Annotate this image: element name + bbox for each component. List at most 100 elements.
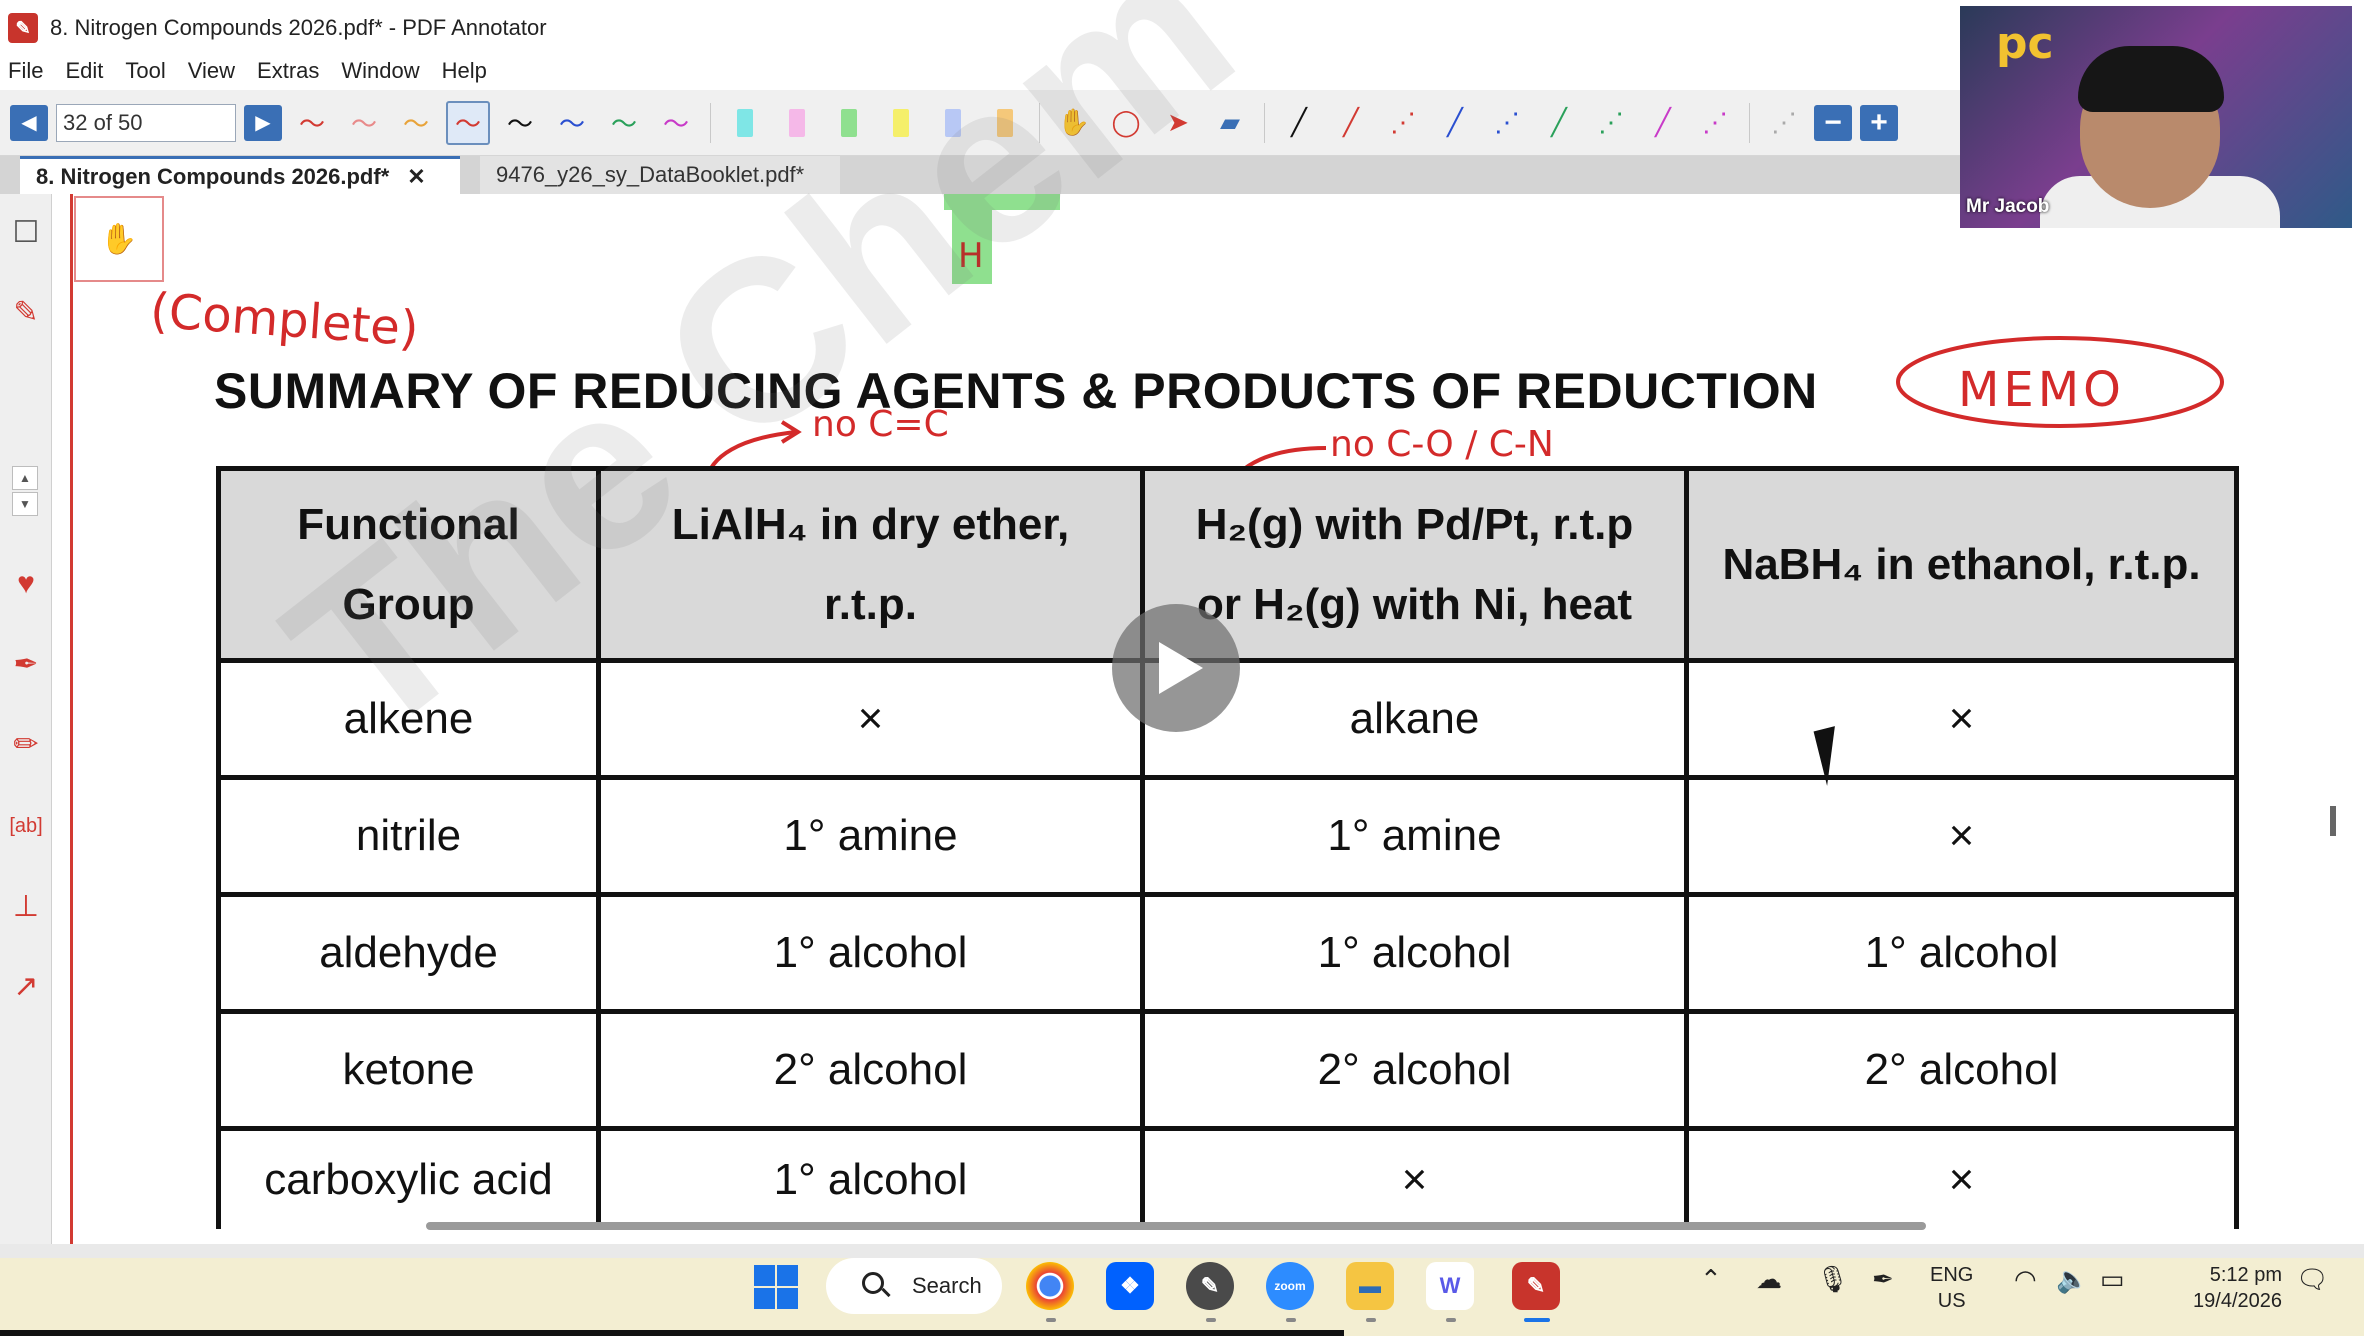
annotation-no-co-cn: no C-O / C-N [1330, 424, 1554, 465]
table-cell: × [1684, 1126, 2239, 1229]
signature-pen-icon[interactable]: ✒ [6, 644, 46, 684]
pdf-annotator-taskbar-icon[interactable]: ✎ [1512, 1262, 1560, 1310]
highlighter-yellow-icon[interactable] [879, 101, 923, 145]
stamp-icon[interactable]: ⊥ [6, 886, 46, 926]
table-cell: 2° alcohol [596, 1009, 1145, 1131]
reduction-summary-table: Functional Group LiAlH₄ in dry ether, r.… [216, 466, 2239, 1229]
header-lialh4: LiAlH₄ in dry ether, r.t.p. [596, 466, 1145, 663]
pen-app-icon[interactable]: ✎ [1186, 1262, 1234, 1310]
pen-blue-icon[interactable]: 〜 [550, 101, 594, 145]
table-cell: × [1684, 775, 2239, 897]
chrome-icon[interactable] [1026, 1262, 1074, 1310]
clock[interactable]: 5:12 pm 19/4/2026 [2162, 1262, 2282, 1314]
tab-label: 8. Nitrogen Compounds 2026.pdf* [36, 163, 390, 189]
clock-date: 19/4/2026 [2193, 1290, 2282, 1312]
highlighter-orange-icon[interactable] [983, 101, 1027, 145]
eraser-icon[interactable]: ▰ [1208, 101, 1252, 145]
menu-help[interactable]: Help [442, 58, 487, 84]
highlighter-pink-icon[interactable] [775, 101, 819, 145]
line-blue-icon[interactable]: ╱ [1433, 101, 1477, 145]
dashed-line-magenta-icon[interactable]: ⋰ [1693, 101, 1737, 145]
whiteboard-icon[interactable]: W [1426, 1262, 1474, 1310]
menu-extras[interactable]: Extras [257, 58, 319, 84]
menu-file[interactable]: File [8, 58, 43, 84]
table-cell: 2° alcohol [1140, 1009, 1689, 1131]
highlighter-blue-icon[interactable] [931, 101, 975, 145]
pen-tray-icon[interactable]: ✒ [1872, 1264, 1894, 1295]
pen-green-icon[interactable]: 〜 [602, 101, 646, 145]
previous-page-button[interactable]: ◀ [10, 104, 48, 141]
pen-orange-icon[interactable]: 〜 [394, 101, 438, 145]
play-button[interactable] [1112, 604, 1240, 732]
zoom-out-button[interactable]: − [1814, 104, 1852, 141]
line-magenta-icon[interactable]: ╱ [1641, 101, 1685, 145]
pen-selected-icon[interactable]: 〜 [446, 100, 490, 145]
pen-pink-icon[interactable]: 〜 [342, 101, 386, 145]
text-box-icon[interactable]: [ab] [6, 806, 46, 846]
page-thumbnail-icon[interactable]: ☐ [6, 212, 46, 252]
volume-icon[interactable]: 🔈 [2056, 1264, 2088, 1295]
page-number-field[interactable]: 32 of 50 [56, 103, 236, 142]
scroll-up-button[interactable]: ▲ [12, 466, 38, 490]
notification-icon[interactable]: 🗨 [2296, 1264, 2329, 1295]
line-red-icon[interactable]: ╱ [1329, 101, 1373, 145]
table-row: ketone 2° alcohol 2° alcohol 2° alcohol [216, 1009, 2239, 1131]
page-margin-line [70, 194, 73, 1244]
table-cell: 1° alcohol [1684, 892, 2239, 1014]
dashed-line-gray-icon[interactable]: ⋰ [1762, 101, 1806, 145]
header-line: Functional [297, 499, 520, 549]
tab-data-booklet[interactable]: 9476_y26_sy_DataBooklet.pdf* [480, 156, 840, 194]
table-cell: nitrile [216, 775, 601, 897]
microphone-icon[interactable]: 🎙 [1816, 1264, 1849, 1295]
pen-red-icon[interactable]: 〜 [290, 101, 334, 145]
highlighter-cyan-icon[interactable] [723, 101, 767, 145]
line-black-icon[interactable]: ╱ [1277, 101, 1321, 145]
scroll-down-button[interactable]: ▼ [12, 492, 38, 516]
lasso-icon[interactable]: ◯ [1104, 101, 1148, 145]
menu-view[interactable]: View [188, 58, 235, 84]
menu-edit[interactable]: Edit [65, 58, 103, 84]
pen-black-icon[interactable]: 〜 [498, 101, 542, 145]
taskbar-search[interactable]: Search [826, 1258, 1002, 1314]
wifi-icon[interactable]: ◠ [2014, 1264, 2037, 1295]
zoom-icon[interactable]: zoom [1266, 1262, 1314, 1310]
hand-cursor-icon[interactable]: ✋ [74, 196, 164, 282]
close-icon[interactable]: ✕ [407, 164, 425, 190]
summary-title: SUMMARY OF REDUCING AGENTS & PRODUCTS OF… [214, 363, 1818, 419]
next-page-button[interactable]: ▶ [244, 104, 282, 141]
table-cell: aldehyde [216, 892, 601, 1014]
tab-nitrogen-compounds[interactable]: 8. Nitrogen Compounds 2026.pdf* ✕ [20, 156, 460, 194]
header-line: LiAlH₄ in dry ether, [671, 499, 1070, 549]
chevron-up-icon[interactable]: ⌃ [1700, 1264, 1722, 1295]
table-cell: × [596, 658, 1145, 780]
arrow-tool-icon[interactable]: ↗ [6, 966, 46, 1006]
heart-stamp-icon[interactable]: ♥ [6, 564, 46, 604]
dashed-line-green-icon[interactable]: ⋰ [1589, 101, 1633, 145]
menu-window[interactable]: Window [341, 58, 419, 84]
line-green-icon[interactable]: ╱ [1537, 101, 1581, 145]
start-menu-icon[interactable] [754, 1265, 798, 1309]
highlighter-green-icon[interactable] [827, 101, 871, 145]
toolbar-separator [1749, 102, 1750, 143]
vertical-scrollbar-thumb[interactable] [2330, 806, 2336, 836]
hand-tool-icon[interactable]: ✋ [1052, 101, 1096, 145]
dropbox-icon[interactable]: ❖ [1106, 1262, 1154, 1310]
language-indicator[interactable]: ENG US [1930, 1262, 1973, 1314]
zoom-in-button[interactable]: + [1860, 104, 1898, 141]
table-cell: 2° alcohol [1684, 1009, 2239, 1131]
menu-tool[interactable]: Tool [125, 58, 165, 84]
onedrive-icon[interactable]: ☁ [1756, 1264, 1782, 1295]
pen-icon[interactable]: ✎ [6, 292, 46, 332]
toolbar: ◀ 32 of 50 ▶ 〜 〜 〜 〜 〜 〜 〜 〜 ✋ ◯ ➤ ▰ ╱ ╱… [0, 90, 1960, 156]
file-explorer-icon[interactable]: ▬ [1346, 1262, 1394, 1310]
pen-magenta-icon[interactable]: 〜 [654, 101, 698, 145]
residual-h-mark: H [958, 236, 984, 276]
webcam-name-label: Mr Jacob [1966, 196, 2050, 217]
horizontal-scrollbar[interactable] [426, 1222, 1926, 1230]
status-strip [0, 1244, 2364, 1258]
edit-pencil-icon[interactable]: ✏ [6, 724, 46, 764]
battery-icon[interactable]: ▭ [2100, 1264, 2125, 1295]
dashed-line-blue-icon[interactable]: ⋰ [1485, 101, 1529, 145]
dashed-line-red-icon[interactable]: ⋰ [1381, 101, 1425, 145]
pointer-icon[interactable]: ➤ [1156, 101, 1200, 145]
